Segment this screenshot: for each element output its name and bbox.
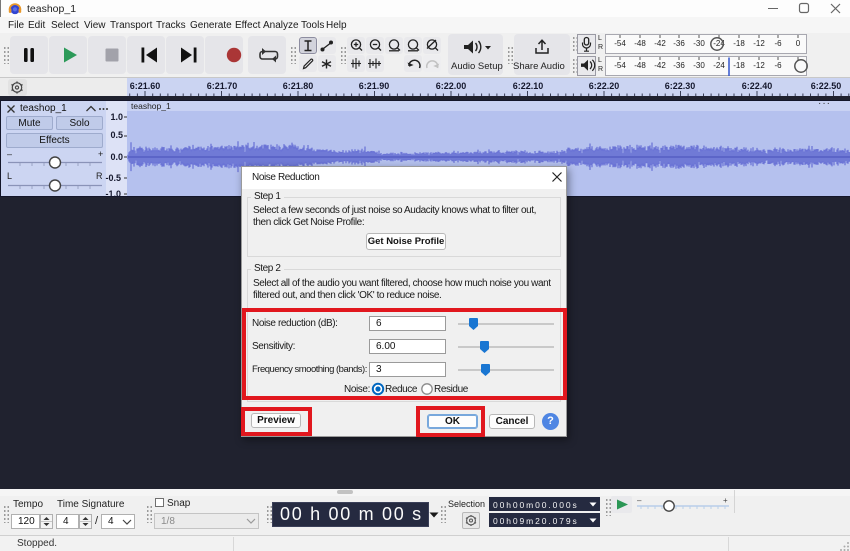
svg-text:–: –	[7, 149, 12, 159]
svg-text:–: –	[637, 496, 642, 505]
svg-text:L: L	[7, 171, 12, 181]
svg-text:+: +	[723, 496, 728, 505]
